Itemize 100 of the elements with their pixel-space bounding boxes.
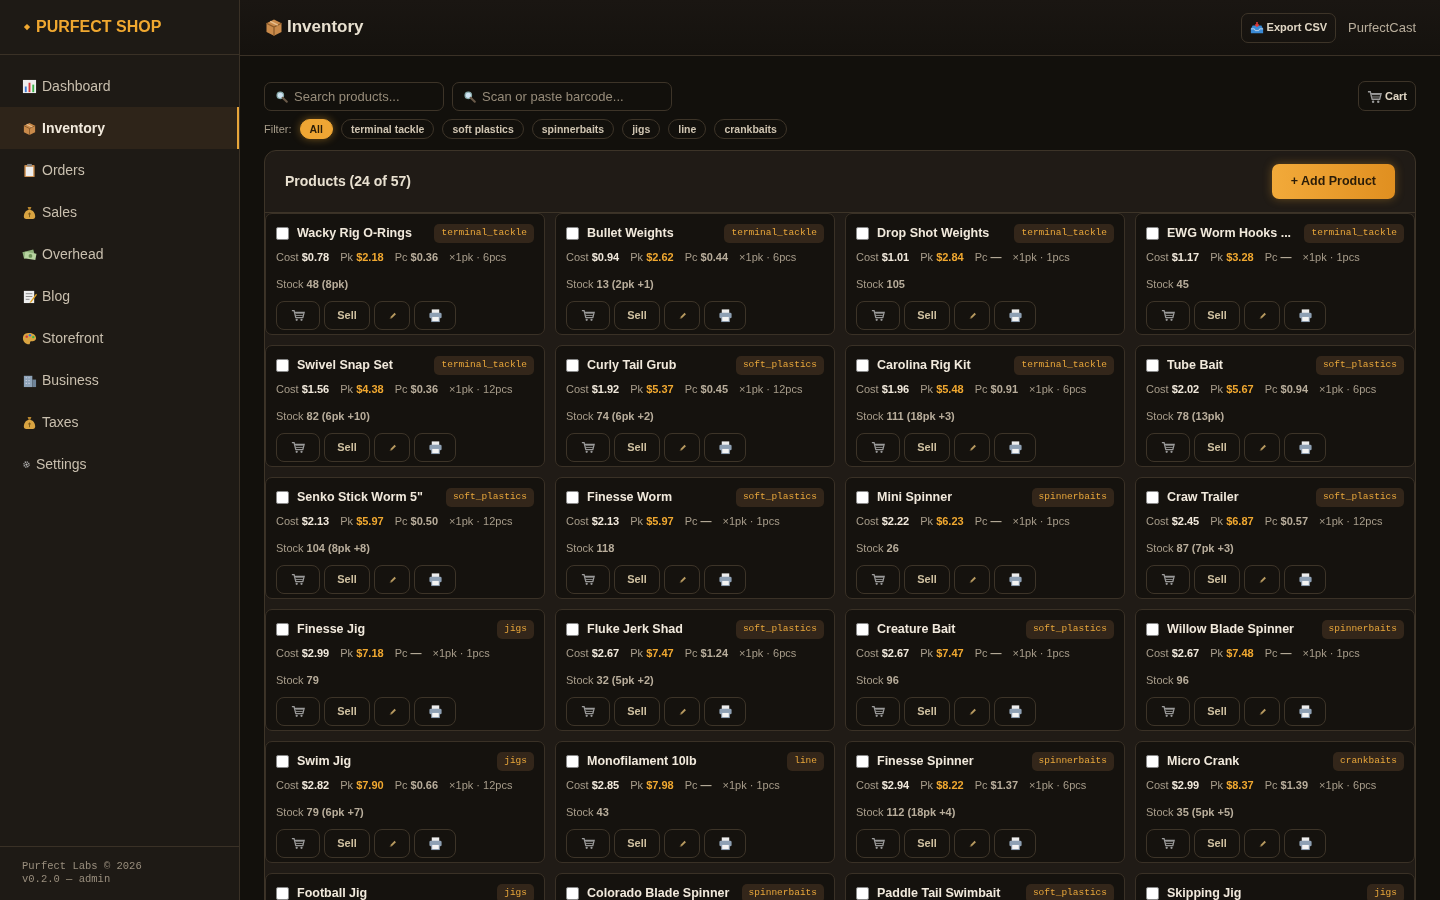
print-button[interactable]	[994, 564, 1036, 594]
select-checkbox[interactable]	[566, 491, 579, 505]
sell-button[interactable]: Sell	[614, 696, 660, 726]
select-checkbox[interactable]	[276, 887, 289, 900]
select-checkbox[interactable]	[276, 491, 289, 505]
add-to-cart-button[interactable]	[1146, 828, 1190, 858]
add-to-cart-button[interactable]	[856, 696, 900, 726]
select-checkbox[interactable]	[856, 491, 869, 505]
select-checkbox[interactable]	[856, 887, 869, 900]
cart-button[interactable]: Cart	[1358, 81, 1416, 111]
print-button[interactable]	[414, 564, 456, 594]
print-button[interactable]	[994, 432, 1036, 462]
select-checkbox[interactable]	[856, 623, 869, 637]
add-to-cart-button[interactable]	[856, 564, 900, 594]
select-checkbox[interactable]	[856, 227, 869, 241]
select-checkbox[interactable]	[566, 227, 579, 241]
add-to-cart-button[interactable]	[566, 696, 610, 726]
print-button[interactable]	[1284, 696, 1326, 726]
sell-button[interactable]: Sell	[904, 564, 950, 594]
print-button[interactable]	[414, 300, 456, 330]
select-checkbox[interactable]	[1146, 755, 1159, 769]
print-button[interactable]	[1284, 564, 1326, 594]
add-to-cart-button[interactable]	[856, 432, 900, 462]
search-field[interactable]: Search products...	[264, 81, 444, 111]
sell-button[interactable]: Sell	[324, 696, 370, 726]
select-checkbox[interactable]	[566, 359, 579, 373]
sidebar-item[interactable]: Sales	[0, 191, 239, 233]
sell-button[interactable]: Sell	[1194, 300, 1240, 330]
sidebar-item[interactable]: Business	[0, 359, 239, 401]
sell-button[interactable]: Sell	[324, 300, 370, 330]
add-to-cart-button[interactable]	[566, 432, 610, 462]
select-checkbox[interactable]	[566, 755, 579, 769]
sidebar-item[interactable]: Orders	[0, 149, 239, 191]
sell-button[interactable]: Sell	[614, 828, 660, 858]
sell-button[interactable]: Sell	[614, 300, 660, 330]
select-checkbox[interactable]	[856, 755, 869, 769]
sell-button[interactable]: Sell	[614, 564, 660, 594]
select-checkbox[interactable]	[276, 227, 289, 241]
add-to-cart-button[interactable]	[856, 300, 900, 330]
sidebar-item[interactable]: Taxes	[0, 401, 239, 443]
add-to-cart-button[interactable]	[1146, 696, 1190, 726]
sell-button[interactable]: Sell	[1194, 432, 1240, 462]
print-button[interactable]	[704, 564, 746, 594]
add-to-cart-button[interactable]	[276, 564, 320, 594]
sell-button[interactable]: Sell	[1194, 828, 1240, 858]
print-button[interactable]	[704, 828, 746, 858]
add-to-cart-button[interactable]	[566, 828, 610, 858]
select-checkbox[interactable]	[566, 623, 579, 637]
barcode-field[interactable]: Scan or paste barcode...	[452, 81, 672, 111]
add-to-cart-button[interactable]	[566, 300, 610, 330]
filter-chip[interactable]: All	[299, 119, 333, 140]
add-product-button[interactable]: + Add Product	[1271, 164, 1395, 200]
select-checkbox[interactable]	[1146, 623, 1159, 637]
print-button[interactable]	[994, 696, 1036, 726]
print-button[interactable]	[414, 432, 456, 462]
add-to-cart-button[interactable]	[276, 432, 320, 462]
add-to-cart-button[interactable]	[1146, 300, 1190, 330]
select-checkbox[interactable]	[276, 623, 289, 637]
add-to-cart-button[interactable]	[276, 696, 320, 726]
sell-button[interactable]: Sell	[1194, 564, 1240, 594]
sell-button[interactable]: Sell	[1194, 696, 1240, 726]
sell-button[interactable]: Sell	[324, 828, 370, 858]
select-checkbox[interactable]	[1146, 491, 1159, 505]
sell-button[interactable]: Sell	[904, 828, 950, 858]
sell-button[interactable]: Sell	[324, 564, 370, 594]
select-checkbox[interactable]	[276, 359, 289, 373]
print-button[interactable]	[704, 432, 746, 462]
add-to-cart-button[interactable]	[856, 828, 900, 858]
select-checkbox[interactable]	[276, 755, 289, 769]
print-button[interactable]	[1284, 828, 1326, 858]
sell-button[interactable]: Sell	[904, 432, 950, 462]
add-to-cart-button[interactable]	[1146, 432, 1190, 462]
sidebar-item[interactable]: Storefront	[0, 317, 239, 359]
add-to-cart-button[interactable]	[276, 300, 320, 330]
add-to-cart-button[interactable]	[566, 564, 610, 594]
select-checkbox[interactable]	[1146, 359, 1159, 373]
sidebar-item[interactable]: Settings	[0, 443, 239, 485]
print-button[interactable]	[1284, 432, 1326, 462]
sell-button[interactable]: Sell	[324, 432, 370, 462]
add-to-cart-button[interactable]	[276, 828, 320, 858]
print-button[interactable]	[414, 696, 456, 726]
select-checkbox[interactable]	[856, 359, 869, 373]
print-button[interactable]	[704, 696, 746, 726]
print-button[interactable]	[414, 828, 456, 858]
sell-button[interactable]: Sell	[904, 300, 950, 330]
print-button[interactable]	[994, 300, 1036, 330]
sidebar-item[interactable]: Dashboard	[0, 65, 239, 107]
select-checkbox[interactable]	[566, 887, 579, 900]
print-button[interactable]	[994, 828, 1036, 858]
select-checkbox[interactable]	[1146, 227, 1159, 241]
print-button[interactable]	[1284, 300, 1326, 330]
select-checkbox[interactable]	[1146, 887, 1159, 900]
sidebar-item[interactable]: Overhead	[0, 233, 239, 275]
export-csv-button[interactable]: Export CSV	[1240, 12, 1337, 43]
sell-button[interactable]: Sell	[904, 696, 950, 726]
add-to-cart-button[interactable]	[1146, 564, 1190, 594]
sell-button[interactable]: Sell	[614, 432, 660, 462]
sidebar-item[interactable]: Inventory	[0, 107, 239, 149]
print-button[interactable]	[704, 300, 746, 330]
sidebar-item[interactable]: Blog	[0, 275, 239, 317]
